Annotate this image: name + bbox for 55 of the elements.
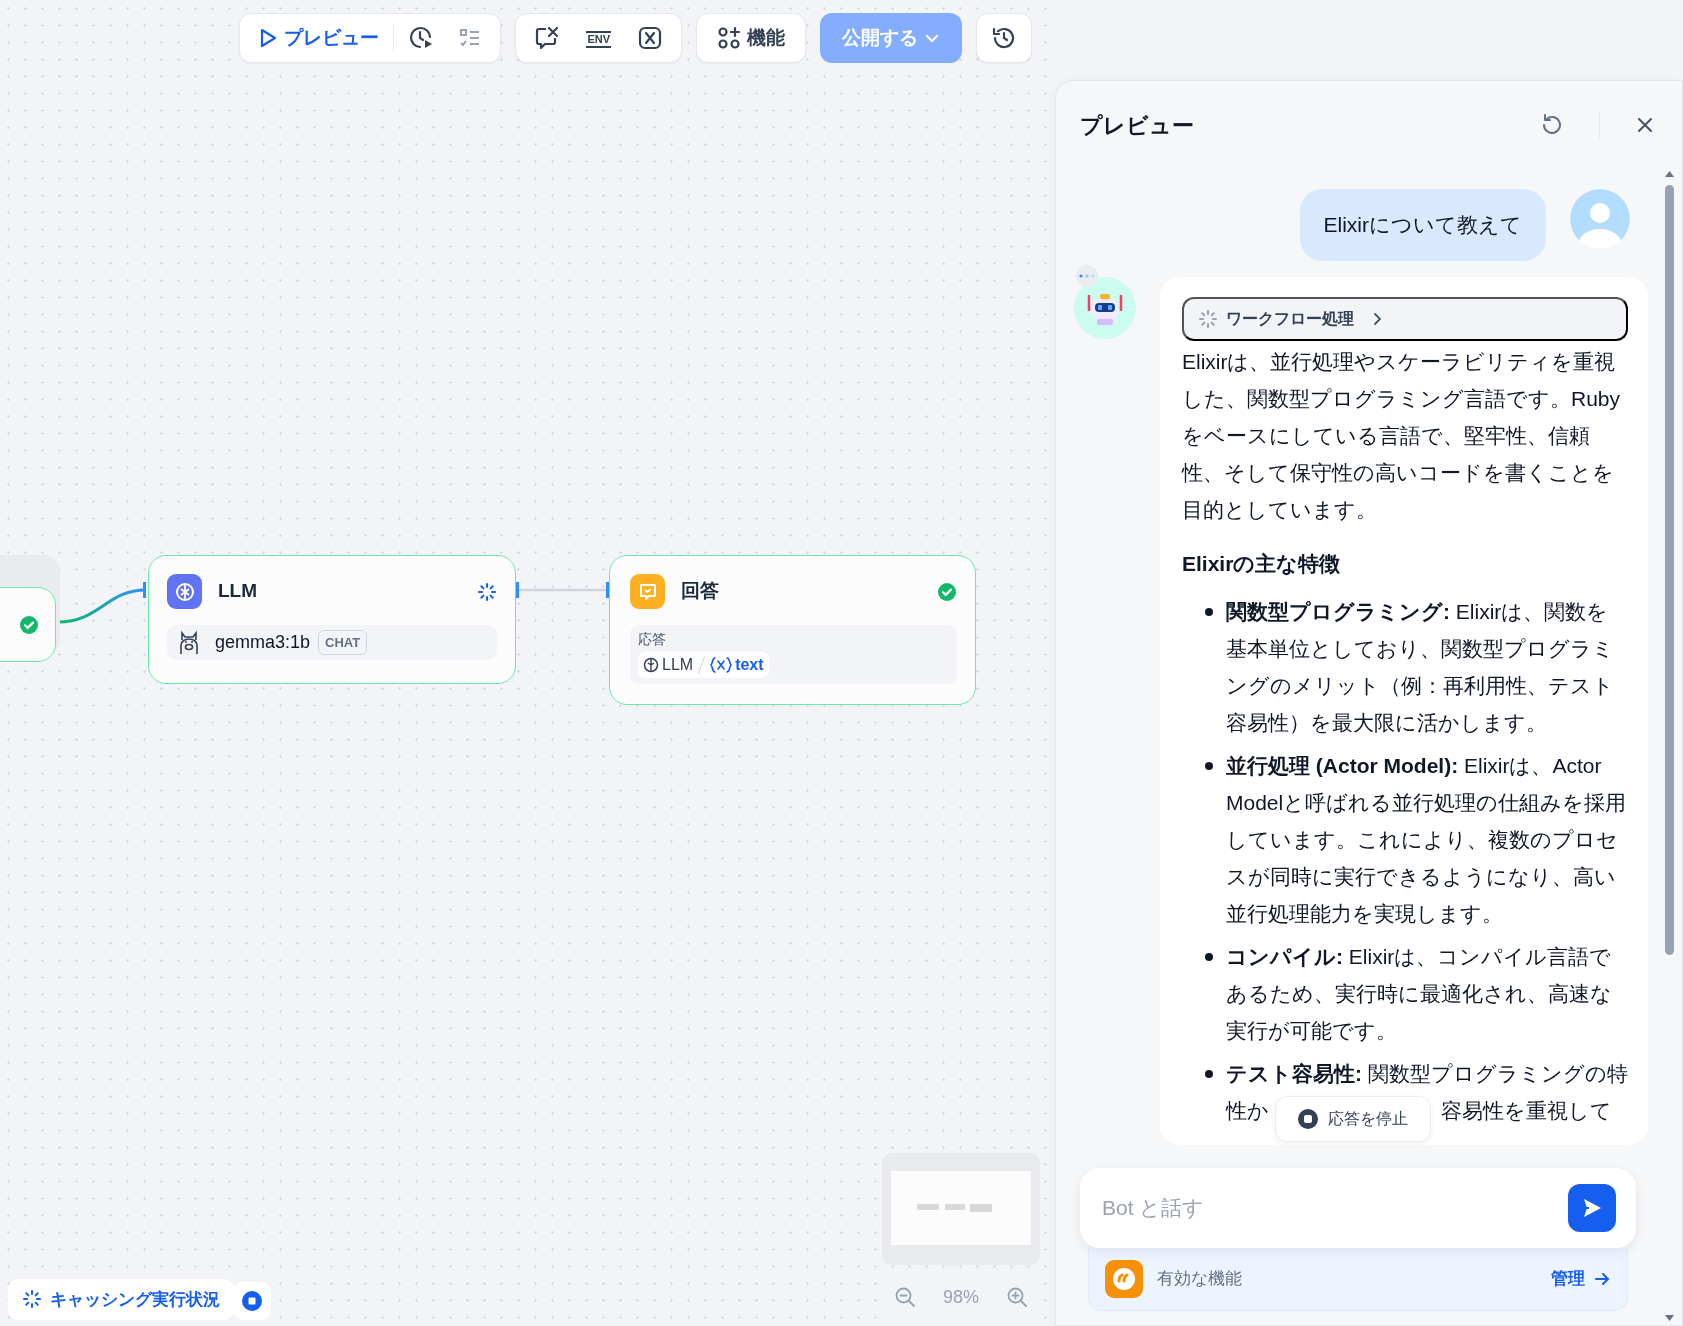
- workflow-node[interactable]: [0, 587, 56, 662]
- list-item-text: 性か: [1226, 1098, 1269, 1124]
- list-item-text: 並行処理 (Actor Model): Elixirは、Actor Modelと呼ばれる並行処理の仕組みを採用しています。これにより、複数のプロセスが同時に実行できるようになり、高い並行処理能力を実現します。: [1226, 753, 1628, 927]
- workflow-node[interactable]: 回答 応答 LLM text: [609, 555, 976, 705]
- panel-title: プレビュー: [1080, 111, 1195, 140]
- list-item-text: 関数型プログラミング: Elixirは、関数を基本単位としており、関数型プログラミングのメリット（例：再利用性、テスト容易性）を最大限に活かします。: [1226, 599, 1615, 736]
- env-button[interactable]: ENV: [574, 20, 623, 56]
- llama-icon: [177, 629, 201, 656]
- variable-name: text: [735, 655, 764, 675]
- brain-icon: [167, 574, 202, 609]
- node-title: LLM: [218, 579, 259, 604]
- workflow-node[interactable]: LLM gemma3:1b CHAT: [148, 555, 516, 684]
- workflow-status[interactable]: ワークフロー処理: [1182, 296, 1628, 341]
- zoom-level: 98%: [943, 1285, 979, 1309]
- handle[interactable]: [606, 582, 609, 598]
- bullet: [1205, 762, 1213, 770]
- bullet: [1205, 953, 1213, 961]
- spinner-icon: [22, 1289, 42, 1310]
- list-item-text: コンパイル: Elixirは、コンパイル言語であるため、実行時に最適化され、高速な実行が可能です。: [1226, 944, 1613, 1044]
- chat-input[interactable]: Bot と話す: [1080, 1168, 1636, 1248]
- bullet: [1205, 1070, 1213, 1078]
- arrow-icon: [1593, 1270, 1611, 1288]
- handle[interactable]: [516, 582, 519, 598]
- field-label: 応答: [638, 630, 666, 649]
- features-label: 有効な機能: [1157, 1268, 1242, 1291]
- node-title: 回答: [681, 579, 720, 604]
- variable-icon: [637, 25, 663, 51]
- message-heading: Elixirの主な特徴: [1182, 550, 1342, 578]
- message-bubble: Elixirについて教えて: [1299, 189, 1546, 261]
- stop-response-button[interactable]: 応答を停止: [1275, 1096, 1431, 1142]
- manage-link[interactable]: 管理: [1551, 1266, 1611, 1292]
- stop-icon: [242, 1291, 262, 1311]
- handle[interactable]: [143, 582, 146, 598]
- chat-variable-icon: [534, 25, 561, 51]
- bullet: [1205, 608, 1213, 616]
- stop-run-button[interactable]: [233, 1282, 271, 1320]
- message-icon: [630, 574, 665, 609]
- history-icon: [991, 25, 1017, 51]
- list-item-text: 容易性を重視して: [1441, 1098, 1612, 1124]
- user-avatar: [1570, 189, 1630, 249]
- model-selector[interactable]: gemma3:1b CHAT: [167, 625, 497, 660]
- robot-avatar: [1074, 276, 1136, 339]
- variable-source: LLM: [662, 655, 694, 675]
- play-icon: [258, 27, 279, 49]
- apps-icon: [717, 26, 741, 50]
- preview-button[interactable]: プレビュー: [248, 17, 390, 59]
- brain-icon: [643, 657, 659, 673]
- variable-icon: [710, 656, 733, 674]
- run-status-button[interactable]: キャッシング実行状況: [8, 1278, 234, 1320]
- list-item-text: テスト容易性: 関数型プログラミングの特: [1226, 1061, 1628, 1087]
- model-tag: CHAT: [318, 629, 368, 656]
- quote-icon: [1105, 1260, 1143, 1298]
- stop-icon: [1298, 1109, 1318, 1129]
- send-button[interactable]: [1568, 1184, 1616, 1232]
- message-text: Elixirは、並行処理やスケーラビリティを重視した、関数型プログラミング言語です。Rubyをベースにしている言語で、堅牢性、信頼性、そして保守性の高いコードを書くことを目的としています。: [1182, 348, 1622, 523]
